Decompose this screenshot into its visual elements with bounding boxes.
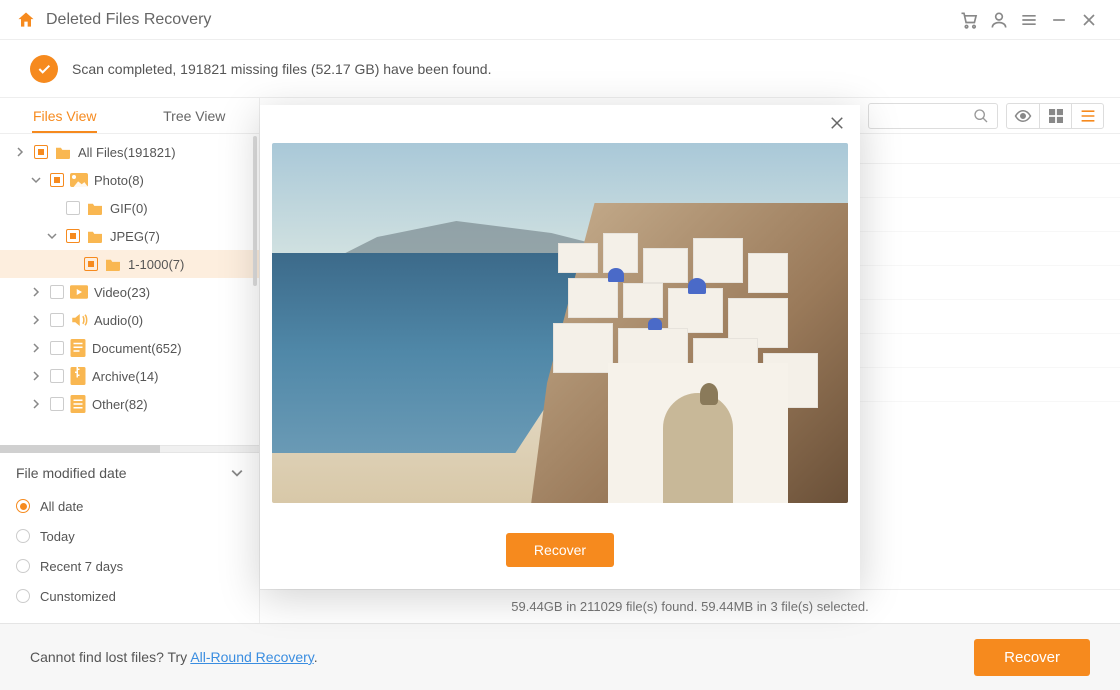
scrollbar[interactable] [253,136,257,286]
filter-panel: File modified date All date Today Recent… [0,453,259,623]
preview-modal: Recover [260,105,860,589]
checkbox[interactable] [84,257,98,271]
checkbox[interactable] [50,369,64,383]
search-icon [973,108,989,124]
chevron-right-icon[interactable] [28,399,44,409]
search-input[interactable] [868,103,998,129]
sidebar: Files View Tree View All Files(191821) P… [0,98,260,623]
tree-label: Photo(8) [94,173,144,188]
titlebar: Deleted Files Recovery [0,0,1120,40]
file-tree: All Files(191821) Photo(8) GIF(0) JPEG(7… [0,134,259,445]
checkbox[interactable] [50,397,64,411]
view-mode-group [1006,103,1104,129]
chevron-down-icon [231,467,243,479]
recover-button[interactable]: Recover [974,639,1090,676]
tree-label: Other(82) [92,397,148,412]
user-icon[interactable] [984,5,1014,35]
radio[interactable] [16,499,30,513]
tree-label: All Files(191821) [78,145,176,160]
filter-all-date[interactable]: All date [16,491,243,521]
footer-hint: Cannot find lost files? Try All-Round Re… [30,649,974,665]
document-icon [70,339,86,357]
checkbox[interactable] [50,341,64,355]
tree-jpeg-1-1000[interactable]: 1-1000(7) [0,250,259,278]
tree-label: Video(23) [94,285,150,300]
menu-icon[interactable] [1014,5,1044,35]
radio[interactable] [16,589,30,603]
status-row: Scan completed, 191821 missing files (52… [0,40,1120,98]
archive-icon [70,367,86,385]
file-icon [70,395,86,413]
all-round-recovery-link[interactable]: All-Round Recovery [190,649,313,665]
checkbox[interactable] [50,285,64,299]
modal-recover-button[interactable]: Recover [506,533,614,567]
checkbox[interactable] [50,313,64,327]
minimize-icon[interactable] [1044,5,1074,35]
view-list-button[interactable] [1071,104,1103,128]
radio[interactable] [16,529,30,543]
tree-gif[interactable]: GIF(0) [0,194,259,222]
tree-photo[interactable]: Photo(8) [0,166,259,194]
chevron-right-icon[interactable] [12,147,28,157]
modal-footer: Recover [260,515,860,589]
splitter[interactable] [0,445,259,453]
modal-header [260,105,860,141]
tab-files-view[interactable]: Files View [0,98,130,133]
tree-other[interactable]: Other(82) [0,390,259,418]
chevron-right-icon[interactable] [28,343,44,353]
view-preview-button[interactable] [1007,104,1039,128]
tree-video[interactable]: Video(23) [0,278,259,306]
tree-label: Document(652) [92,341,182,356]
view-grid-button[interactable] [1039,104,1071,128]
video-icon [70,285,88,299]
close-icon[interactable] [1074,5,1104,35]
cart-icon[interactable] [954,5,984,35]
status-text: Scan completed, 191821 missing files (52… [72,61,491,77]
filter-title: File modified date [16,465,127,481]
home-icon[interactable] [16,10,36,30]
tree-document[interactable]: Document(652) [0,334,259,362]
filter-recent-7[interactable]: Recent 7 days [16,551,243,581]
checkbox[interactable] [50,173,64,187]
tree-label: GIF(0) [110,201,148,216]
tree-label: 1-1000(7) [128,257,184,272]
filter-customized[interactable]: Cunstomized [16,581,243,611]
tree-audio[interactable]: Audio(0) [0,306,259,334]
folder-icon [86,229,104,243]
checkbox[interactable] [66,229,80,243]
radio[interactable] [16,559,30,573]
tree-label: Archive(14) [92,369,158,384]
modal-body [260,141,860,515]
chevron-right-icon[interactable] [28,371,44,381]
tab-tree-view[interactable]: Tree View [130,98,260,133]
folder-icon [86,201,104,215]
chevron-right-icon[interactable] [28,315,44,325]
footer: Cannot find lost files? Try All-Round Re… [0,623,1120,690]
close-icon[interactable] [828,114,846,132]
tree-archive[interactable]: Archive(14) [0,362,259,390]
image-icon [70,173,88,187]
filter-today[interactable]: Today [16,521,243,551]
tree-label: JPEG(7) [110,229,160,244]
checkbox[interactable] [66,201,80,215]
chevron-down-icon[interactable] [28,175,44,185]
tree-all-files[interactable]: All Files(191821) [0,138,259,166]
tree-jpeg[interactable]: JPEG(7) [0,222,259,250]
folder-icon [54,145,72,159]
tree-label: Audio(0) [94,313,143,328]
checkbox[interactable] [34,145,48,159]
view-tabs: Files View Tree View [0,98,259,134]
status-bar: 59.44GB in 211029 file(s) found. 59.44MB… [260,589,1120,623]
app-title: Deleted Files Recovery [46,11,954,29]
folder-icon [104,257,122,271]
filter-header[interactable]: File modified date [16,465,243,481]
check-icon [30,55,58,83]
chevron-down-icon[interactable] [44,231,60,241]
audio-icon [70,312,88,328]
image-preview [272,143,848,503]
chevron-right-icon[interactable] [28,287,44,297]
